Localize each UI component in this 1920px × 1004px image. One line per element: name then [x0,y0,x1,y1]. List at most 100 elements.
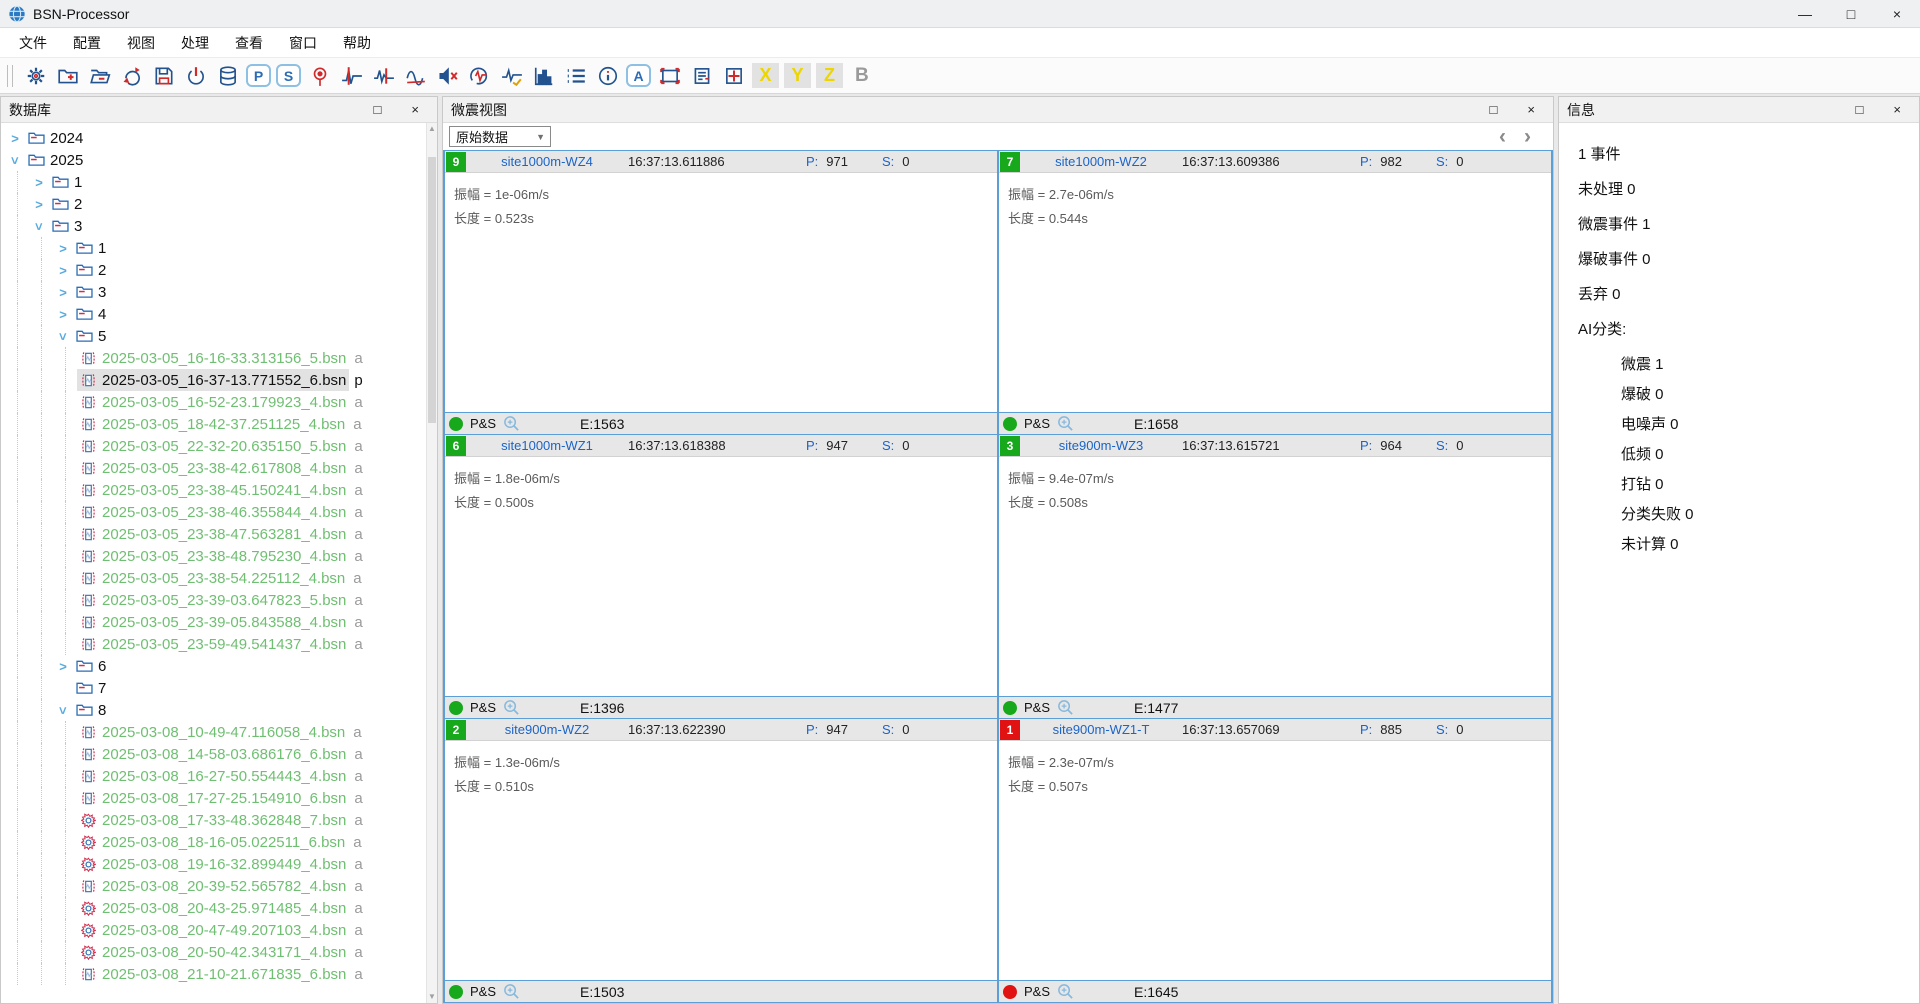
tree-file[interactable]: 2025-03-05_23-38-47.563281_4.bsna [5,523,426,545]
tree-file[interactable]: 2025-03-05_16-16-33.313156_5.bsna [5,347,426,369]
menu-item-1[interactable]: 文件 [6,29,60,57]
data-mode-select[interactable]: 原始数据 ▼ [449,126,551,147]
toolbar-grip[interactable] [7,65,13,87]
tree-folder-7[interactable]: 7 [5,677,426,699]
seismic-view-close-button[interactable]: × [1527,102,1535,117]
axis-x-button[interactable]: X [752,63,779,88]
menu-item-6[interactable]: 窗口 [276,29,330,57]
next-event-button[interactable]: › [1524,126,1531,147]
info-icon[interactable] [594,62,621,89]
maximize-button[interactable]: □ [1828,0,1874,27]
database-icon[interactable] [214,62,241,89]
close-button[interactable]: × [1874,0,1920,27]
ps-toggle[interactable]: P&S [470,700,496,715]
bold-button[interactable]: B [848,65,876,87]
tree-file[interactable]: 2025-03-08_21-10-21.671835_6.bsna [5,963,426,985]
tree-folder-3[interactable]: >3 [5,281,426,303]
expand-icon[interactable]: > [29,197,49,212]
tree-file[interactable]: 2025-03-08_20-50-42.343171_4.bsna [5,941,426,963]
collapse-icon[interactable]: > [53,703,73,718]
zoom-in-icon[interactable] [1057,983,1075,1001]
minimize-button[interactable]: — [1782,0,1828,27]
tree-file[interactable]: 2025-03-05_23-38-42.617808_4.bsna [5,457,426,479]
annotate-button[interactable]: A [626,64,651,87]
info-panel-close-button[interactable]: × [1893,102,1901,117]
pick-clear-icon[interactable] [402,62,429,89]
waveform-plot[interactable]: 振幅 = 9.4e-07m/s长度 = 0.508s [999,457,1551,696]
info-panel-float-button[interactable]: □ [1856,102,1864,117]
tree-file[interactable]: 2025-03-05_18-42-37.251125_4.bsna [5,413,426,435]
zoom-in-icon[interactable] [503,699,521,717]
zoom-in-icon[interactable] [1057,699,1075,717]
scrollbar-thumb[interactable] [428,157,436,423]
tree-file[interactable]: 2025-03-05_22-32-20.635150_5.bsna [5,435,426,457]
ps-toggle[interactable]: P&S [470,416,496,431]
power-icon[interactable] [182,62,209,89]
tree-file[interactable]: 2025-03-05_16-52-23.179923_4.bsna [5,391,426,413]
tree-file[interactable]: 2025-03-08_16-27-50.554443_4.bsna [5,765,426,787]
tree-folder-3[interactable]: >3 [5,215,426,237]
database-panel-close-button[interactable]: × [411,102,419,117]
tree-folder-6[interactable]: >6 [5,655,426,677]
waveform-plot[interactable]: 振幅 = 1.8e-06m/s长度 = 0.500s [445,457,997,696]
tree-file[interactable]: 2025-03-05_23-38-48.795230_4.bsna [5,545,426,567]
seismic-view-float-button[interactable]: □ [1490,102,1498,117]
zoom-in-icon[interactable] [1057,415,1075,433]
locate-icon[interactable] [306,62,333,89]
expand-icon[interactable]: > [53,263,73,278]
tree-folder-2025[interactable]: >2025 [5,149,426,171]
tree-file[interactable]: 2025-03-08_14-58-03.686176_6.bsna [5,743,426,765]
tree-folder-1[interactable]: >1 [5,171,426,193]
ps-toggle[interactable]: P&S [1024,416,1050,431]
expand-icon[interactable]: > [29,175,49,190]
save-icon[interactable] [150,62,177,89]
tree-folder-2[interactable]: >2 [5,193,426,215]
collapse-icon[interactable]: > [5,153,25,168]
tree-file[interactable]: 2025-03-08_17-33-48.362848_7.bsna [5,809,426,831]
scroll-up-icon[interactable]: ▲ [427,123,437,135]
p-phase-button[interactable]: P [246,64,271,87]
histogram-icon[interactable] [530,62,557,89]
pick-s-icon[interactable] [370,62,397,89]
menu-item-3[interactable]: 视图 [114,29,168,57]
expand-icon[interactable]: > [53,659,73,674]
collapse-icon[interactable]: > [53,329,73,344]
waveform-plot[interactable]: 振幅 = 2.3e-07m/s长度 = 0.507s [999,741,1551,980]
expand-icon[interactable]: > [53,241,73,256]
tree-folder-2[interactable]: >2 [5,259,426,281]
tree-file[interactable]: 2025-03-08_19-16-32.899449_4.bsna [5,853,426,875]
zoom-in-icon[interactable] [503,983,521,1001]
tree-folder-1[interactable]: >1 [5,237,426,259]
tree-scrollbar[interactable]: ▲ ▼ [426,123,437,1003]
add-folder-icon[interactable] [54,62,81,89]
tree-file[interactable]: 2025-03-05_23-38-46.355844_4.bsna [5,501,426,523]
tree-file[interactable]: 2025-03-05_16-37-13.771552_6.bsnp [5,369,426,391]
expand-icon[interactable]: > [53,307,73,322]
expand-icon[interactable]: > [53,285,73,300]
tree-folder-2024[interactable]: >2024 [5,127,426,149]
tree-folder-8[interactable]: >8 [5,699,426,721]
menu-item-2[interactable]: 配置 [60,29,114,57]
tree-file[interactable]: 2025-03-05_23-59-49.541437_4.bsna [5,633,426,655]
tree-file[interactable]: 2025-03-05_23-38-54.225112_4.bsna [5,567,426,589]
tree-file[interactable]: 2025-03-05_23-38-45.150241_4.bsna [5,479,426,501]
mute-icon[interactable] [434,62,461,89]
waveform-plot[interactable]: 振幅 = 2.7e-06m/s长度 = 0.544s [999,173,1551,412]
s-phase-button[interactable]: S [276,64,301,87]
refresh-icon[interactable] [118,62,145,89]
tree-file[interactable]: 2025-03-08_20-43-25.971485_4.bsna [5,897,426,919]
axis-y-button[interactable]: Y [784,63,811,88]
axis-z-button[interactable]: Z [816,63,843,88]
report-icon[interactable] [688,62,715,89]
scroll-down-icon[interactable]: ▼ [427,991,437,1003]
tree-file[interactable]: 2025-03-08_18-16-05.022511_6.bsna [5,831,426,853]
tree-file[interactable]: 2025-03-05_23-39-03.647823_5.bsna [5,589,426,611]
database-panel-float-button[interactable]: □ [374,102,382,117]
prev-event-button[interactable]: ‹ [1499,126,1506,147]
tree-file[interactable]: 2025-03-08_17-27-25.154910_6.bsna [5,787,426,809]
crosshair-icon[interactable] [720,62,747,89]
ps-toggle[interactable]: P&S [1024,984,1050,999]
settings-icon[interactable] [22,62,49,89]
waveform-plot[interactable]: 振幅 = 1.3e-06m/s长度 = 0.510s [445,741,997,980]
region-icon[interactable] [656,62,683,89]
